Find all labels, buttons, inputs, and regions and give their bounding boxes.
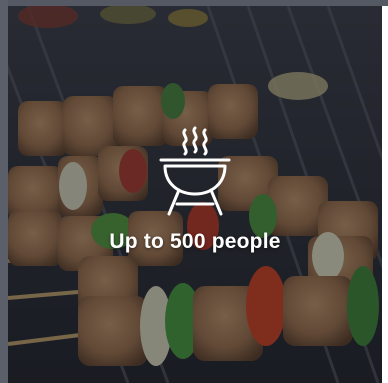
capacity-card: Up to 500 people bbox=[0, 0, 388, 383]
grilled-skewers-photo: Up to 500 people bbox=[8, 6, 382, 383]
capacity-caption: Up to 500 people bbox=[109, 230, 281, 253]
left-border bbox=[0, 0, 8, 383]
bbq-grill-icon bbox=[155, 126, 235, 218]
card-content: Up to 500 people bbox=[8, 126, 382, 254]
